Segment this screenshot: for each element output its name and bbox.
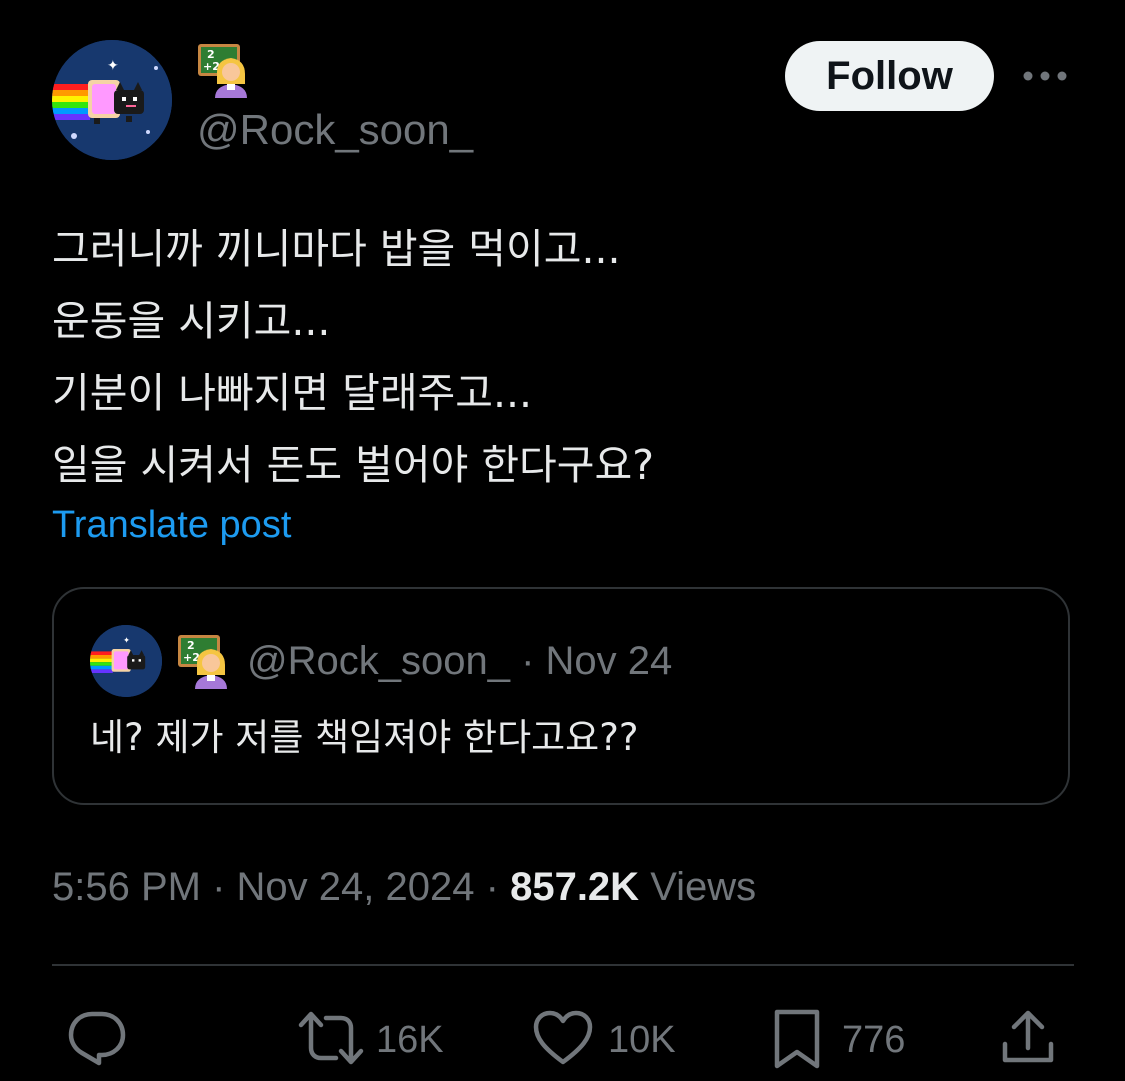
like-button[interactable]: 10K bbox=[532, 1008, 682, 1068]
reply-button[interactable] bbox=[66, 1008, 130, 1068]
share-button[interactable] bbox=[1000, 1008, 1056, 1068]
teacher-emoji-icon: 2 +2 bbox=[198, 44, 247, 98]
post-line: 일을 시켜서 돈도 벌어야 한다구요? bbox=[52, 441, 654, 489]
quoted-post-card[interactable] bbox=[52, 587, 1070, 805]
repost-count: 16K bbox=[376, 1019, 444, 1061]
more-dots-icon[interactable] bbox=[1020, 58, 1070, 94]
svg-text:✦: ✦ bbox=[123, 635, 130, 645]
quoted-header: @Rock_soon_ · Nov 24 bbox=[247, 637, 672, 685]
teacher-emoji-icon: 2 +2 bbox=[178, 635, 227, 689]
post-date[interactable]: Nov 24, 2024 bbox=[237, 865, 475, 909]
post-line: 운동을 시키고... bbox=[52, 297, 331, 345]
views-label: Views bbox=[650, 865, 757, 909]
translate-post-link[interactable]: Translate post bbox=[52, 502, 291, 548]
divider bbox=[52, 964, 1074, 966]
nyan-cat-avatar-icon: ✦ bbox=[90, 625, 162, 697]
repost-icon bbox=[298, 1011, 364, 1065]
post-line: 기분이 나빠지면 달래주고... bbox=[52, 369, 533, 417]
repost-button[interactable]: 16K bbox=[298, 1008, 448, 1068]
reply-icon bbox=[68, 1011, 126, 1066]
quoted-separator: · bbox=[521, 639, 535, 683]
follow-button[interactable]: Follow bbox=[785, 41, 994, 111]
meta-separator: · bbox=[212, 865, 226, 909]
post-text: 그러니까 끼니마다 밥을 먹이고... 운동을 시키고... 기분이 나빠지면 … bbox=[52, 213, 1072, 501]
svg-text:✦: ✦ bbox=[107, 58, 119, 74]
bookmark-count: 776 bbox=[842, 1019, 906, 1061]
quoted-date: Nov 24 bbox=[545, 639, 673, 683]
author-handle[interactable]: @Rock_soon_ bbox=[197, 104, 473, 156]
quoted-text: 네? 제가 저를 책임져야 한다고요?? bbox=[90, 716, 639, 759]
post-meta: 5:56 PM · Nov 24, 2024 · 857.2K Views bbox=[52, 862, 756, 912]
views-count: 857.2K bbox=[510, 865, 640, 909]
heart-icon bbox=[533, 1010, 593, 1065]
post-line: 그러니까 끼니마다 밥을 먹이고... bbox=[52, 225, 621, 273]
meta-separator: · bbox=[485, 865, 499, 909]
quoted-author-avatar: ✦ bbox=[90, 625, 162, 697]
nyan-cat-avatar-icon: ✦ bbox=[52, 40, 172, 160]
like-count: 10K bbox=[608, 1019, 676, 1061]
post-time[interactable]: 5:56 PM bbox=[52, 865, 201, 909]
share-icon bbox=[1002, 1010, 1054, 1063]
quoted-handle: @Rock_soon_ bbox=[247, 639, 510, 683]
author-avatar[interactable]: ✦ bbox=[52, 40, 172, 160]
bookmark-icon bbox=[774, 1009, 820, 1069]
bookmark-button[interactable]: 776 bbox=[772, 1008, 912, 1069]
